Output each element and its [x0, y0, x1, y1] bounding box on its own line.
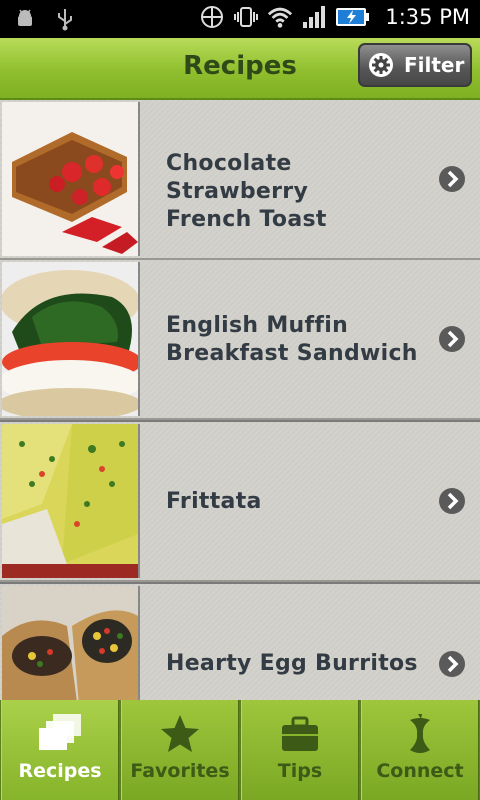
recipe-thumbnail-french-toast — [2, 102, 140, 256]
tab-label: Tips — [277, 760, 323, 782]
chevron-right-icon — [439, 651, 465, 677]
usb-icon — [52, 6, 78, 32]
vibrate-icon — [233, 4, 259, 30]
recipe-thumbnail-breakfast-sandwich — [2, 262, 140, 416]
chevron-right-icon — [439, 166, 465, 192]
tab-label: Recipes — [18, 760, 102, 782]
sync-icon — [199, 4, 225, 30]
tab-recipes[interactable]: Recipes — [1, 700, 119, 800]
tab-label: Connect — [376, 760, 464, 782]
recipe-title-line2: Breakfast Sandwich — [166, 341, 418, 366]
recipe-title-line2: French Toast — [166, 207, 327, 232]
apple-core-icon — [362, 712, 478, 756]
bottom-tab-bar: Recipes Favorites Tips Connect — [0, 700, 480, 800]
battery-charging-icon — [335, 4, 371, 30]
recipe-title-line1: Chocolate Strawberry — [166, 151, 309, 204]
recipe-list: Chocolate Strawberry French Toast Englis… — [0, 100, 480, 700]
recipe-title: Frittata — [166, 488, 436, 516]
recipe-title: Chocolate Strawberry French Toast — [166, 150, 436, 234]
title-bar: Recipes Filter — [0, 38, 480, 100]
recipe-title: Hearty Egg Burritos — [166, 650, 436, 678]
recipe-title: English Muffin Breakfast Sandwich — [166, 312, 436, 368]
recipe-thumbnail-egg-burritos — [2, 586, 140, 700]
recipe-title-line1: Frittata — [166, 489, 262, 514]
tab-connect[interactable]: Connect — [361, 700, 479, 800]
tab-tips[interactable]: Tips — [241, 700, 359, 800]
filter-button[interactable]: Filter — [358, 43, 472, 87]
briefcase-icon — [242, 712, 358, 756]
recipe-thumbnail-frittata — [2, 424, 140, 578]
android-debug-icon — [12, 6, 38, 32]
signal-icon — [301, 4, 327, 30]
chevron-right-icon — [439, 326, 465, 352]
chevron-right-icon — [439, 488, 465, 514]
recipe-list-item[interactable]: Hearty Egg Burritos — [0, 584, 480, 700]
recipe-list-item[interactable]: Chocolate Strawberry French Toast — [0, 100, 480, 260]
tab-label: Favorites — [130, 760, 230, 782]
status-bar: 1:35 PM — [0, 0, 480, 38]
recipe-title-line1: English Muffin — [166, 313, 349, 338]
star-icon — [122, 712, 238, 756]
wifi-icon — [267, 4, 293, 30]
recipe-list-item[interactable]: English Muffin Breakfast Sandwich — [0, 260, 480, 420]
status-time: 1:35 PM — [385, 5, 470, 29]
recipes-icon — [2, 712, 118, 756]
gear-icon — [369, 53, 393, 77]
recipe-list-item[interactable]: Frittata — [0, 422, 480, 582]
tab-favorites[interactable]: Favorites — [121, 700, 239, 800]
filter-button-label: Filter — [404, 53, 465, 77]
recipe-title-line1: Hearty Egg Burritos — [166, 651, 418, 676]
